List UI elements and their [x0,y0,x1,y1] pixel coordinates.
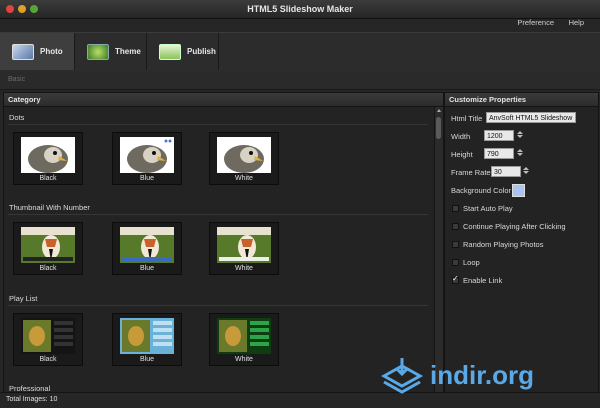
window-title: HTML5 Slideshow Maker [247,4,353,14]
bird-thumbnail-image [217,137,271,173]
width-label: Width [451,132,471,141]
stepper-up-icon[interactable] [517,149,523,152]
theme-label: Blue [139,175,154,182]
theme-dots-blue[interactable]: Blue [112,132,182,185]
loop-label: Loop [463,258,480,267]
bird-thumbnail-image [217,318,271,354]
tab-photo[interactable]: Photo [0,33,75,70]
bird-thumbnail-image [21,227,75,263]
divider [8,305,428,306]
divider [8,124,428,125]
properties-header: Customize Properties [445,93,598,107]
tab-theme-label: Theme [115,47,141,56]
frame-rate-label: Frame Rate [451,168,491,177]
random-playing-checkbox[interactable] [452,241,459,248]
watermark-text: indir.org [430,360,534,390]
stepper-up-icon[interactable] [523,167,529,170]
app-window: HTML5 Slideshow Maker Preference Help Ph… [0,0,600,408]
bird-thumbnail-image [217,227,271,263]
bird-thumbnail-image [120,227,174,263]
title-bar: HTML5 Slideshow Maker [0,0,600,19]
enable-link-checkbox[interactable] [452,274,459,284]
theme-label: Blue [139,356,154,363]
category-scrollbar[interactable] [434,107,443,393]
theme-dots-black[interactable]: Black [13,132,83,185]
theme-thumbnail-white[interactable]: White [209,222,279,275]
stepper-down-icon[interactable] [523,171,529,174]
width-stepper[interactable] [517,130,523,141]
height-stepper[interactable] [517,148,523,159]
html-title-input[interactable]: AnvSoft HTML5 Slideshow [486,112,576,123]
height-input[interactable]: 790 [484,148,514,159]
theme-thumbnail-blue[interactable]: Blue [112,222,182,275]
loop-checkbox[interactable] [452,259,459,266]
theme-label: Black [39,175,57,182]
stepper-up-icon[interactable] [517,131,523,134]
menu-preference[interactable]: Preference [517,18,554,27]
theme-thumbnail-black[interactable]: Black [13,222,83,275]
random-playing-label: Random Playing Photos [463,240,544,249]
tab-publish-label: Publish [187,47,216,56]
width-input[interactable]: 1200 [484,130,514,141]
frame-rate-input[interactable]: 30 [491,166,521,177]
main-toolbar: Photo Theme Publish [0,32,600,72]
stepper-down-icon[interactable] [517,135,523,138]
start-auto-play-checkbox[interactable] [452,205,459,212]
theme-playlist-black[interactable]: Black [13,313,83,366]
continue-playing-checkbox[interactable] [452,223,459,230]
theme-icon [87,43,109,60]
group-title-play-list: Play List [9,294,38,303]
theme-playlist-blue[interactable]: Blue [112,313,182,366]
menu-help[interactable]: Help [569,18,584,27]
background-color-swatch[interactable] [512,184,525,197]
theme-dots-white[interactable]: White [209,132,279,185]
frame-rate-stepper[interactable] [523,166,529,177]
properties-panel: Customize Properties Html Title AnvSoft … [444,92,599,394]
background-color-label: Background Color [451,186,512,195]
tab-theme[interactable]: Theme [75,33,147,70]
html-title-label: Html Title [451,114,483,123]
bird-thumbnail-image [21,318,75,354]
scroll-up-arrow-icon[interactable] [437,109,441,112]
start-auto-play-label: Start Auto Play [463,204,513,213]
theme-label: White [235,265,253,272]
theme-label: Blue [139,265,154,272]
bird-thumbnail-image [120,137,174,173]
breadcrumb-label: Basic [8,76,26,83]
tab-photo-label: Photo [40,47,63,56]
group-title-thumbnail-with-number: Thumbnail With Number [9,203,90,212]
stepper-down-icon[interactable] [517,153,523,156]
bird-thumbnail-image [21,137,75,173]
theme-label: Black [39,356,57,363]
theme-label: Black [39,265,57,272]
theme-playlist-white[interactable]: White [209,313,279,366]
breadcrumb: Basic [0,71,600,90]
group-title-dots: Dots [9,113,25,122]
tab-publish[interactable]: Publish [147,33,219,70]
watermark: indir.org [378,356,588,396]
photo-icon [12,43,34,60]
category-header: Category [4,93,443,107]
bird-thumbnail-image [120,318,174,354]
continue-playing-label: Continue Playing After Clicking [463,222,566,231]
height-label: Height [451,150,473,159]
total-images-count: Total Images: 10 [6,396,58,403]
publish-icon [159,43,181,60]
enable-link-label: Enable Link [463,276,503,285]
scroll-thumb[interactable] [436,117,441,139]
divider [8,214,428,215]
theme-label: White [235,175,253,182]
theme-label: White [235,356,253,363]
category-panel: Category Dots Black Blue White Thumbnail… [3,92,444,394]
